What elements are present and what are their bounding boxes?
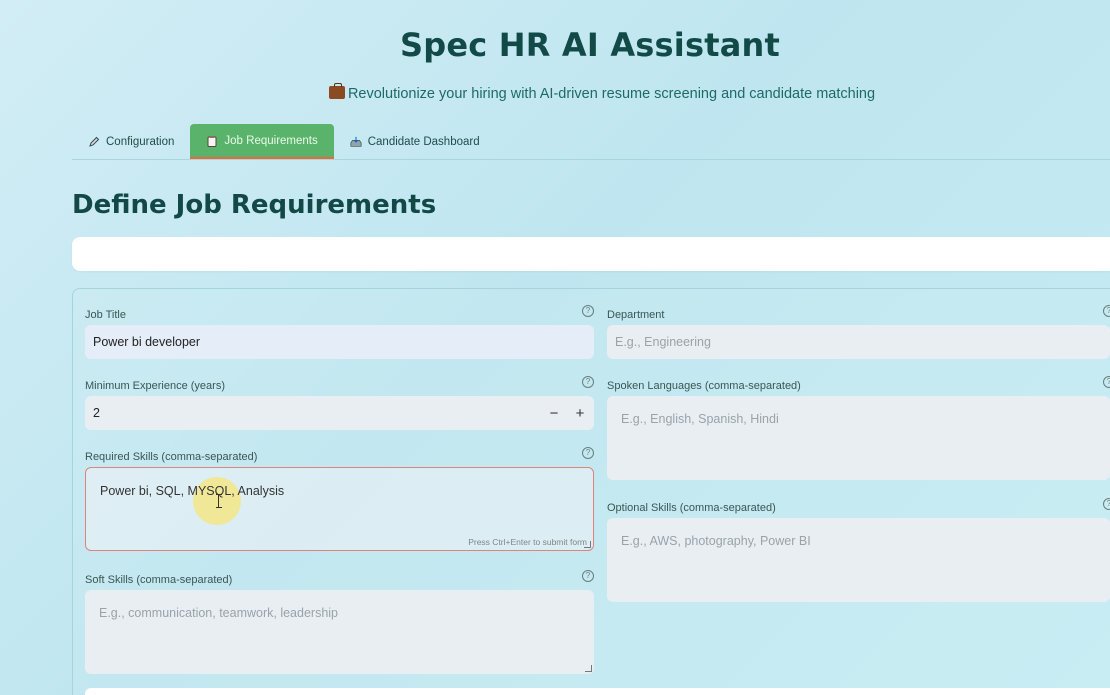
department-label: Department <box>607 309 665 321</box>
info-banner <box>72 237 1110 271</box>
resize-handle[interactable] <box>584 541 591 548</box>
briefcase-icon <box>328 83 345 99</box>
next-field-edge <box>85 688 1110 695</box>
soft-skills-textarea[interactable]: E.g., communication, teamwork, leadershi… <box>85 590 594 674</box>
help-icon[interactable]: ? <box>582 570 594 582</box>
decrement-button[interactable]: − <box>541 396 567 430</box>
required-skills-textarea[interactable]: Power bi, SQL, MYSQL, Analysis Press Ctr… <box>85 467 594 551</box>
inbox-tray-icon <box>350 136 362 147</box>
tab-bar: Configuration Job Requirements Candidate… <box>72 124 496 160</box>
tab-label: Configuration <box>106 135 175 148</box>
pencil-icon <box>89 136 100 147</box>
app-subtitle: Revolutionize your hiring with AI-driven… <box>0 83 1110 102</box>
tab-label: Job Requirements <box>224 134 318 147</box>
increment-button[interactable]: + <box>567 396 593 430</box>
required-skills-label: Required Skills (comma-separated) <box>85 451 258 463</box>
tab-candidate-dashboard[interactable]: Candidate Dashboard <box>334 124 496 159</box>
subtitle-text: Revolutionize your hiring with AI-driven… <box>347 86 876 102</box>
tab-configuration[interactable]: Configuration <box>72 124 190 159</box>
tab-job-requirements[interactable]: Job Requirements <box>190 124 334 159</box>
job-title-input[interactable]: Power bi developer <box>85 325 594 359</box>
department-input[interactable]: E.g., Engineering <box>607 325 1110 359</box>
help-icon[interactable]: ? <box>1103 305 1110 317</box>
min-experience-stepper[interactable]: 2 − + <box>85 396 594 430</box>
help-icon[interactable]: ? <box>582 305 594 317</box>
help-icon[interactable]: ? <box>582 447 594 459</box>
help-icon[interactable]: ? <box>1103 376 1110 388</box>
tabs-divider <box>72 159 1110 160</box>
soft-skills-label: Soft Skills (comma-separated) <box>85 574 233 586</box>
job-title-label: Job Title <box>85 309 126 321</box>
resize-handle[interactable] <box>585 665 592 672</box>
spoken-languages-label: Spoken Languages (comma-separated) <box>607 380 801 392</box>
min-experience-label: Minimum Experience (years) <box>85 380 225 392</box>
clipboard-icon <box>207 135 217 147</box>
spoken-languages-textarea[interactable]: E.g., English, Spanish, Hindi <box>607 396 1110 480</box>
min-experience-value: 2 <box>93 406 100 420</box>
app-title: Spec HR AI Assistant <box>400 26 780 64</box>
submit-hint: Press Ctrl+Enter to submit form <box>468 537 587 547</box>
section-heading: Define Job Requirements <box>72 190 437 220</box>
help-icon[interactable]: ? <box>1103 498 1110 510</box>
help-icon[interactable]: ? <box>582 376 594 388</box>
optional-skills-label: Optional Skills (comma-separated) <box>607 502 776 514</box>
tab-label: Candidate Dashboard <box>367 135 480 148</box>
optional-skills-textarea[interactable]: E.g., AWS, photography, Power BI <box>607 518 1110 602</box>
